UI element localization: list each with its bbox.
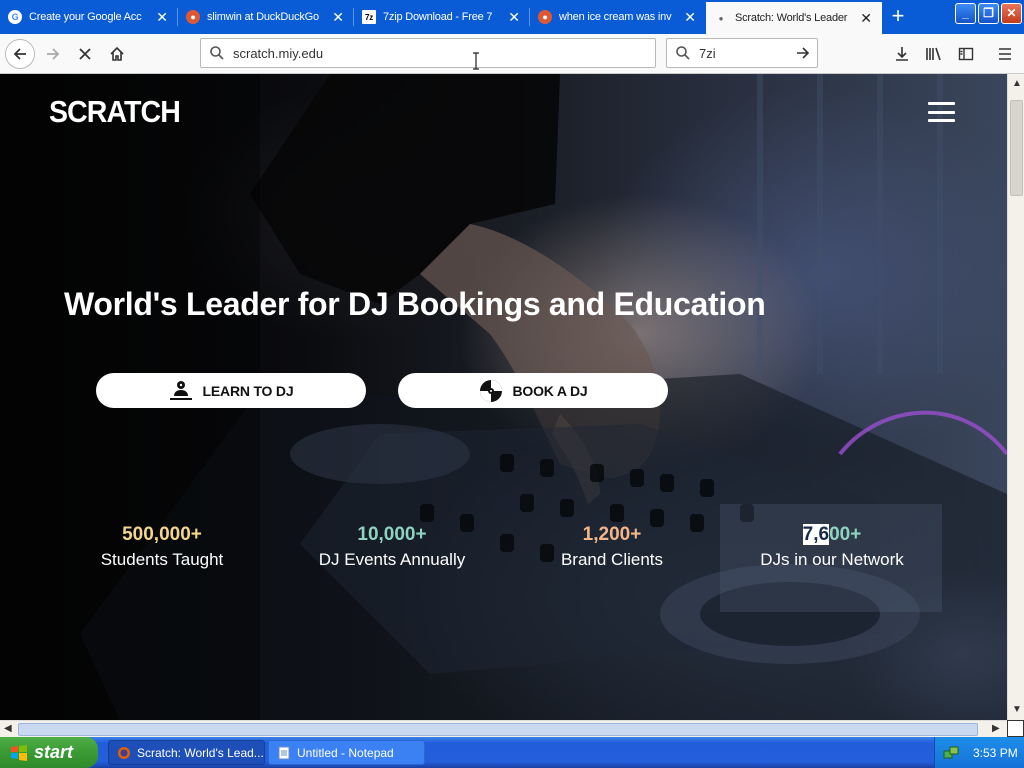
start-label: start [34, 742, 74, 762]
navigation-toolbar: scratch.miy.edu 7zi [0, 34, 1024, 74]
close-icon[interactable]: ✕ [154, 9, 170, 26]
home-icon [110, 46, 124, 61]
learn-to-dj-label: LEARN TO DJ [202, 382, 294, 399]
loading-dot-icon: ● [718, 13, 724, 23]
scroll-down-icon[interactable]: ▼ [1012, 704, 1022, 715]
windows-flag-icon [11, 744, 27, 761]
close-icon[interactable]: ✕ [506, 9, 522, 26]
vertical-scrollbar[interactable]: ▲ ▼ [1007, 74, 1024, 720]
tab-title: Create your Google Acc [29, 11, 142, 23]
taskbar-item-label: Untitled - Notepad [297, 745, 394, 760]
close-icon[interactable]: ✕ [330, 9, 346, 26]
menu-bar [928, 102, 955, 105]
tab-title: 7zip Download - Free 7 [383, 11, 493, 23]
book-a-dj-label: BOOK A DJ [512, 382, 588, 399]
scratch-logo[interactable]: SCRATCH [49, 94, 181, 130]
tab-duckduckgo-slimwin[interactable]: ● slimwin at DuckDuckGo ✕ [178, 2, 354, 32]
search-field[interactable]: 7zi [666, 38, 818, 68]
duckduckgo-icon: ● [538, 10, 552, 24]
back-button[interactable] [5, 39, 35, 69]
stat-label: Brand Clients [560, 550, 664, 569]
book-a-dj-button[interactable]: BOOK A DJ [398, 373, 668, 408]
google-icon: G [8, 10, 22, 24]
search-icon [676, 46, 690, 60]
stat-number: 1,200+ [582, 524, 642, 545]
stat-number: 7,600+ [742, 523, 922, 547]
scroll-up-icon[interactable]: ▲ [1012, 78, 1022, 89]
download-icon [896, 47, 908, 61]
tab-title: slimwin at DuckDuckGo [207, 11, 319, 23]
start-button[interactable]: start [0, 737, 98, 768]
go-arrow-icon[interactable] [795, 45, 811, 61]
hamburger-menu-icon [999, 48, 1011, 60]
selected-text: 7,6 [802, 524, 830, 545]
tab-7zip[interactable]: 7z 7zip Download - Free 7 ✕ [354, 2, 530, 32]
restore-button[interactable]: ❐ [978, 3, 999, 24]
7zip-icon: 7z [362, 10, 376, 24]
arrow-right-icon [47, 48, 60, 60]
library-button[interactable] [923, 43, 945, 65]
new-tab-button[interactable]: + [884, 4, 912, 30]
stop-button[interactable] [70, 39, 100, 69]
close-icon[interactable]: ✕ [858, 10, 874, 27]
horizontal-scroll-thumb[interactable] [18, 723, 978, 736]
taskbar-item-label: Scratch: World's Lead... [137, 745, 264, 760]
clock: 3:53 PM [973, 745, 1018, 760]
windows-taskbar: start Scratch: World's Lead... Untitled … [0, 737, 1024, 768]
sidebar-icon [958, 47, 974, 61]
sidebar-button[interactable] [955, 43, 977, 65]
stop-icon [79, 48, 91, 60]
duckduckgo-icon: ● [186, 10, 200, 24]
menu-bar [928, 119, 955, 122]
close-icon[interactable]: ✕ [682, 9, 698, 26]
dj-person-icon [169, 380, 193, 402]
horizontal-scrollbar[interactable]: ◀ ▶ [0, 720, 1007, 737]
text-cursor-icon [473, 52, 479, 70]
page-viewport: SCRATCH World's Leader for DJ Bookings a… [0, 74, 1007, 720]
tab-scratch[interactable]: ● Scratch: World's Leader ✕ [706, 2, 882, 34]
stat-djs: 7,600+ DJs in our Network [742, 523, 922, 570]
stat-number: 500,000+ [122, 524, 202, 545]
search-text: 7zi [699, 45, 716, 61]
stat-brands: 1,200+ Brand Clients [542, 523, 682, 570]
stat-events: 10,000+ DJ Events Annually [302, 523, 482, 570]
network-icon[interactable] [943, 745, 959, 761]
firefox-icon [118, 746, 130, 759]
taskbar-item-notepad[interactable]: Untitled - Notepad [268, 740, 425, 765]
learn-to-dj-button[interactable]: LEARN TO DJ [96, 373, 366, 408]
tab-duckduckgo-icecream[interactable]: ● when ice cream was inv ✕ [530, 2, 706, 32]
downloads-button[interactable] [891, 43, 913, 65]
scroll-left-icon[interactable]: ◀ [4, 723, 12, 734]
tab-title: Scratch: World's Leader [735, 12, 848, 24]
library-icon [926, 47, 941, 61]
notepad-icon [278, 746, 290, 759]
site-menu-button[interactable] [928, 102, 955, 122]
forward-button[interactable] [38, 39, 68, 69]
tab-title: when ice cream was inv [559, 11, 672, 23]
search-icon [210, 46, 224, 60]
menu-button[interactable] [994, 43, 1016, 65]
stat-label: DJs in our Network [760, 550, 904, 569]
arrow-left-icon [13, 48, 26, 60]
system-tray: 3:53 PM [934, 737, 1024, 768]
vertical-scroll-thumb[interactable] [1010, 100, 1023, 196]
tab-google[interactable]: G Create your Google Acc ✕ [0, 2, 178, 32]
scroll-right-icon[interactable]: ▶ [992, 723, 1000, 734]
stat-number-rest: 00+ [829, 524, 862, 545]
address-bar[interactable]: scratch.miy.edu [200, 38, 656, 68]
stat-number: 10,000+ [357, 524, 427, 545]
hero-headline: World's Leader for DJ Bookings and Educa… [64, 286, 766, 322]
scrollbar-corner [1007, 720, 1024, 737]
menu-bar [928, 110, 955, 114]
minimize-button[interactable]: _ [955, 3, 976, 24]
url-text: scratch.miy.edu [233, 45, 324, 61]
stat-label: DJ Events Annually [318, 550, 466, 569]
close-window-button[interactable]: ✕ [1001, 3, 1022, 24]
tab-bar: G Create your Google Acc ✕ ● slimwin at … [0, 0, 1024, 34]
stat-students: 500,000+ Students Taught [82, 523, 242, 570]
stat-label: Students Taught [100, 550, 224, 569]
home-button[interactable] [102, 39, 132, 69]
vinyl-record-icon [479, 379, 503, 403]
taskbar-item-firefox[interactable]: Scratch: World's Lead... [108, 740, 265, 765]
